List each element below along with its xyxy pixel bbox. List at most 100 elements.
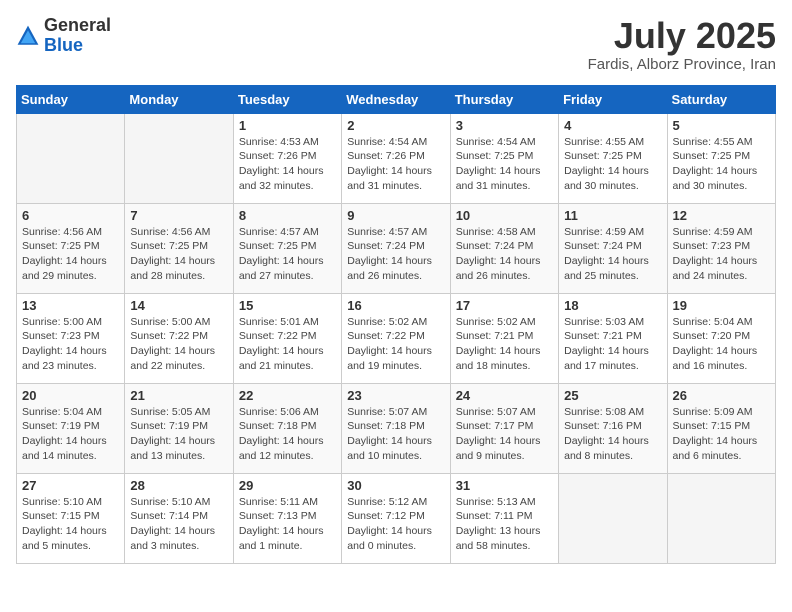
location-subtitle: Fardis, Alborz Province, Iran (588, 56, 776, 73)
day-cell: 24 Sunrise: 5:07 AM Sunset: 7:17 PM Dayli… (450, 383, 558, 473)
week-row-5: 27 Sunrise: 5:10 AM Sunset: 7:15 PM Dayli… (17, 473, 776, 563)
day-number: 4 (564, 118, 661, 133)
day-cell: 5Sunrise: 4:55 AM Sunset: 7:25 PM Daylig… (667, 113, 775, 203)
day-info: Sunrise: 5:07 AM Sunset: 7:17 PM Dayligh… (456, 405, 553, 464)
day-cell: 11Sunrise: 4:59 AM Sunset: 7:24 PM Dayli… (559, 203, 667, 293)
day-number: 5 (673, 118, 770, 133)
day-cell: 14 Sunrise: 5:00 AM Sunset: 7:22 PM Dayli… (125, 293, 233, 383)
day-number: 7 (130, 208, 227, 223)
day-number: 6 (22, 208, 119, 223)
week-row-2: 6 Sunrise: 4:56 AM Sunset: 7:25 PM Daylig… (17, 203, 776, 293)
day-cell: 23Sunrise: 5:07 AM Sunset: 7:18 PM Dayli… (342, 383, 450, 473)
day-info: Sunrise: 5:02 AM Sunset: 7:21 PM Dayligh… (456, 315, 553, 374)
week-row-4: 20Sunrise: 5:04 AM Sunset: 7:19 PM Dayli… (17, 383, 776, 473)
day-cell: 28 Sunrise: 5:10 AM Sunset: 7:14 PM Dayli… (125, 473, 233, 563)
day-cell (125, 113, 233, 203)
calendar-table: SundayMondayTuesdayWednesdayThursdayFrid… (16, 85, 776, 564)
day-info: Sunrise: 4:58 AM Sunset: 7:24 PM Dayligh… (456, 225, 553, 284)
day-info: Sunrise: 5:00 AM Sunset: 7:23 PM Dayligh… (22, 315, 119, 374)
day-number: 26 (673, 388, 770, 403)
day-cell: 8 Sunrise: 4:57 AM Sunset: 7:25 PM Daylig… (233, 203, 341, 293)
day-cell: 31Sunrise: 5:13 AM Sunset: 7:11 PM Dayli… (450, 473, 558, 563)
day-cell: 10 Sunrise: 4:58 AM Sunset: 7:24 PM Dayli… (450, 203, 558, 293)
day-cell: 25 Sunrise: 5:08 AM Sunset: 7:16 PM Dayli… (559, 383, 667, 473)
day-info: Sunrise: 4:59 AM Sunset: 7:23 PM Dayligh… (673, 225, 770, 284)
day-info: Sunrise: 5:02 AM Sunset: 7:22 PM Dayligh… (347, 315, 444, 374)
day-number: 9 (347, 208, 444, 223)
day-cell: 18 Sunrise: 5:03 AM Sunset: 7:21 PM Dayli… (559, 293, 667, 383)
day-number: 8 (239, 208, 336, 223)
day-info: Sunrise: 5:12 AM Sunset: 7:12 PM Dayligh… (347, 495, 444, 554)
logo: General Blue (16, 16, 111, 56)
day-info: Sunrise: 4:56 AM Sunset: 7:25 PM Dayligh… (130, 225, 227, 284)
title-block: July 2025 Fardis, Alborz Province, Iran (588, 16, 776, 73)
day-number: 27 (22, 478, 119, 493)
day-info: Sunrise: 4:54 AM Sunset: 7:25 PM Dayligh… (456, 135, 553, 194)
day-info: Sunrise: 5:10 AM Sunset: 7:15 PM Dayligh… (22, 495, 119, 554)
day-info: Sunrise: 4:55 AM Sunset: 7:25 PM Dayligh… (564, 135, 661, 194)
day-number: 12 (673, 208, 770, 223)
day-cell: 30 Sunrise: 5:12 AM Sunset: 7:12 PM Dayli… (342, 473, 450, 563)
day-cell: 9Sunrise: 4:57 AM Sunset: 7:24 PM Daylig… (342, 203, 450, 293)
month-year-title: July 2025 (588, 16, 776, 56)
day-number: 29 (239, 478, 336, 493)
day-number: 13 (22, 298, 119, 313)
day-info: Sunrise: 4:56 AM Sunset: 7:25 PM Dayligh… (22, 225, 119, 284)
day-cell: 2 Sunrise: 4:54 AM Sunset: 7:26 PM Daylig… (342, 113, 450, 203)
day-number: 28 (130, 478, 227, 493)
day-cell: 26 Sunrise: 5:09 AM Sunset: 7:15 PM Dayli… (667, 383, 775, 473)
day-cell: 16 Sunrise: 5:02 AM Sunset: 7:22 PM Dayli… (342, 293, 450, 383)
day-number: 24 (456, 388, 553, 403)
logo-general-text: General (44, 15, 111, 35)
day-info: Sunrise: 5:04 AM Sunset: 7:19 PM Dayligh… (22, 405, 119, 464)
day-number: 17 (456, 298, 553, 313)
day-info: Sunrise: 5:03 AM Sunset: 7:21 PM Dayligh… (564, 315, 661, 374)
day-info: Sunrise: 5:08 AM Sunset: 7:16 PM Dayligh… (564, 405, 661, 464)
day-number: 3 (456, 118, 553, 133)
day-info: Sunrise: 5:09 AM Sunset: 7:15 PM Dayligh… (673, 405, 770, 464)
day-number: 15 (239, 298, 336, 313)
day-cell: 27 Sunrise: 5:10 AM Sunset: 7:15 PM Dayli… (17, 473, 125, 563)
day-number: 10 (456, 208, 553, 223)
day-info: Sunrise: 4:54 AM Sunset: 7:26 PM Dayligh… (347, 135, 444, 194)
day-cell: 21Sunrise: 5:05 AM Sunset: 7:19 PM Dayli… (125, 383, 233, 473)
logo-blue-text: Blue (44, 35, 83, 55)
weekday-header-sunday: Sunday (17, 85, 125, 113)
day-cell (17, 113, 125, 203)
day-cell: 7 Sunrise: 4:56 AM Sunset: 7:25 PM Daylig… (125, 203, 233, 293)
day-number: 19 (673, 298, 770, 313)
day-number: 18 (564, 298, 661, 313)
day-number: 11 (564, 208, 661, 223)
logo-icon (16, 24, 40, 48)
day-cell: 22Sunrise: 5:06 AM Sunset: 7:18 PM Dayli… (233, 383, 341, 473)
day-number: 14 (130, 298, 227, 313)
day-cell: 4 Sunrise: 4:55 AM Sunset: 7:25 PM Daylig… (559, 113, 667, 203)
day-cell: 6 Sunrise: 4:56 AM Sunset: 7:25 PM Daylig… (17, 203, 125, 293)
day-number: 2 (347, 118, 444, 133)
weekday-header-wednesday: Wednesday (342, 85, 450, 113)
day-info: Sunrise: 5:00 AM Sunset: 7:22 PM Dayligh… (130, 315, 227, 374)
day-cell: 19Sunrise: 5:04 AM Sunset: 7:20 PM Dayli… (667, 293, 775, 383)
day-info: Sunrise: 5:10 AM Sunset: 7:14 PM Dayligh… (130, 495, 227, 554)
day-info: Sunrise: 5:11 AM Sunset: 7:13 PM Dayligh… (239, 495, 336, 554)
day-cell: 17 Sunrise: 5:02 AM Sunset: 7:21 PM Dayli… (450, 293, 558, 383)
day-cell: 15Sunrise: 5:01 AM Sunset: 7:22 PM Dayli… (233, 293, 341, 383)
day-info: Sunrise: 5:07 AM Sunset: 7:18 PM Dayligh… (347, 405, 444, 464)
day-number: 25 (564, 388, 661, 403)
day-info: Sunrise: 4:53 AM Sunset: 7:26 PM Dayligh… (239, 135, 336, 194)
weekday-header-thursday: Thursday (450, 85, 558, 113)
week-row-3: 13 Sunrise: 5:00 AM Sunset: 7:23 PM Dayli… (17, 293, 776, 383)
day-cell: 20Sunrise: 5:04 AM Sunset: 7:19 PM Dayli… (17, 383, 125, 473)
page-header: General Blue July 2025 Fardis, Alborz Pr… (16, 16, 776, 73)
day-number: 21 (130, 388, 227, 403)
day-number: 16 (347, 298, 444, 313)
day-info: Sunrise: 5:13 AM Sunset: 7:11 PM Dayligh… (456, 495, 553, 554)
weekday-header-row: SundayMondayTuesdayWednesdayThursdayFrid… (17, 85, 776, 113)
day-cell: 13 Sunrise: 5:00 AM Sunset: 7:23 PM Dayli… (17, 293, 125, 383)
day-number: 22 (239, 388, 336, 403)
day-info: Sunrise: 4:57 AM Sunset: 7:25 PM Dayligh… (239, 225, 336, 284)
day-cell: 12 Sunrise: 4:59 AM Sunset: 7:23 PM Dayli… (667, 203, 775, 293)
day-number: 1 (239, 118, 336, 133)
day-number: 30 (347, 478, 444, 493)
day-cell: 3 Sunrise: 4:54 AM Sunset: 7:25 PM Daylig… (450, 113, 558, 203)
